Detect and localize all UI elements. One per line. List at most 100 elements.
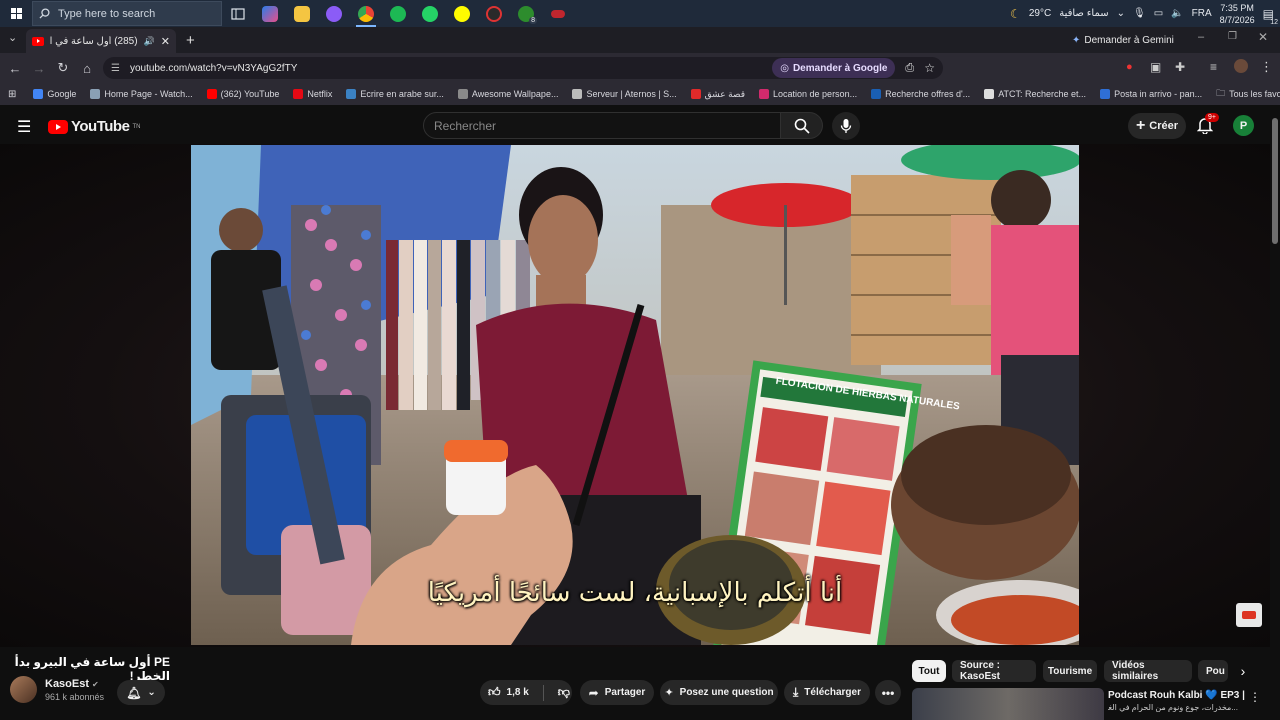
minimize-icon[interactable]: –	[1198, 31, 1204, 43]
recommended-more-icon[interactable]: ⋮	[1249, 690, 1261, 704]
home-button[interactable]: ⌂	[75, 56, 99, 80]
like-button[interactable]: 👍︎ 1,8 k	[488, 685, 529, 700]
taskbar-app-spotify[interactable]	[382, 0, 414, 27]
taskbar-app-messenger[interactable]	[318, 0, 350, 27]
puzzle-extensions-icon[interactable]: ✚	[1175, 60, 1185, 74]
dislike-button[interactable]: 👎︎	[558, 685, 570, 700]
recommended-video[interactable]: Podcast Rouh Kalbi 💙 EP3 | ...مخدرات، جو…	[912, 688, 1262, 720]
taskbar-app-whatsapp[interactable]	[414, 0, 446, 27]
profile-avatar-icon[interactable]	[1234, 59, 1248, 73]
bookmark-item[interactable]: قصة عشق	[684, 89, 752, 100]
video-player[interactable]: FLOTACION DE HIERBAS NATURALES أنا أتكلم…	[191, 145, 1079, 645]
bookmark-item[interactable]: Location de person...	[752, 89, 864, 100]
bookmark-item[interactable]: Ecrire en arabe sur...	[339, 89, 451, 100]
all-bookmarks[interactable]: 🗀 Tous les favoris	[1209, 86, 1280, 102]
notification-center-icon[interactable]: ▤ 12	[1263, 7, 1278, 26]
youtube-search-input[interactable]: Rechercher	[423, 112, 781, 139]
forward-button[interactable]: →	[27, 56, 51, 80]
taskbar-app-chrome[interactable]	[350, 0, 382, 27]
bookmark-item[interactable]: Netflix	[286, 89, 339, 100]
install-app-icon[interactable]: ⎙	[905, 62, 914, 75]
task-view-button[interactable]	[222, 0, 254, 27]
more-horizontal-icon: •••	[881, 685, 895, 700]
browser-tab-strip: ⌄ (285) أول ساعة في البيرو بدأ 🔊 ✕ + ✦ D…	[0, 27, 1280, 53]
close-window-icon[interactable]: ✕	[1258, 30, 1268, 44]
notifications-button[interactable]: 9+	[1196, 113, 1219, 139]
tab-search-chevron-icon[interactable]: ⌄	[8, 31, 17, 44]
back-button[interactable]: ←	[3, 56, 27, 80]
bookmark-item[interactable]: Serveur | Aternos | S...	[565, 89, 683, 100]
share-button[interactable]: ➦ Partager	[580, 680, 654, 705]
more-actions-button[interactable]: •••	[875, 680, 901, 705]
voice-search-button[interactable]	[832, 112, 860, 140]
ask-google-button[interactable]: ◎ Demander à Google	[772, 58, 896, 78]
bookmark-item[interactable]: Posta in arrivo - pan...	[1093, 89, 1209, 100]
close-tab-icon[interactable]: ✕	[161, 35, 170, 48]
channel-avatar[interactable]	[10, 676, 37, 703]
bookmark-item[interactable]: Home Page - Watch...	[83, 89, 199, 100]
microphone-icon[interactable]: 🎙	[1133, 8, 1146, 19]
bookmark-item[interactable]: Recherche offres d'...	[864, 89, 977, 100]
extension-red-icon[interactable]: ●	[1126, 61, 1133, 73]
lens-icon: ◎	[780, 62, 789, 74]
taskbar-app-explorer[interactable]	[286, 0, 318, 27]
site-info-icon[interactable]: ☰	[111, 63, 120, 74]
taskbar-app-recorder[interactable]	[478, 0, 510, 27]
create-button[interactable]: + Créer	[1128, 113, 1186, 139]
bookmark-item[interactable]: Awesome Wallpape...	[451, 89, 566, 100]
media-controls-icon[interactable]: ≡	[1210, 60, 1217, 74]
taskbar-app-xbox[interactable]: 8	[510, 0, 542, 27]
apps-grid-icon[interactable]: ⊞	[8, 89, 16, 100]
volume-icon[interactable]: 🔈	[1171, 8, 1183, 19]
chip-2[interactable]: Tourisme	[1043, 660, 1097, 682]
bookmark-item[interactable]: ATCT: Recherche et...	[977, 89, 1093, 100]
bookmark-favicon-icon	[457, 89, 468, 99]
taskbar-app-extra[interactable]	[542, 0, 574, 27]
chip-1[interactable]: Source : KasoEst	[952, 660, 1036, 682]
taskbar-clock[interactable]: 7:35 PM 8/7/2026	[1220, 2, 1255, 26]
chevron-up-icon[interactable]: ⌄	[1117, 8, 1125, 19]
extension-icon[interactable]: ▣	[1150, 60, 1161, 74]
reload-button[interactable]: ↻	[51, 56, 75, 80]
chip-3[interactable]: Vidéos similaires	[1104, 660, 1192, 682]
bookmark-label: Awesome Wallpape...	[471, 89, 559, 99]
chips-next-button[interactable]: ›	[1233, 661, 1253, 681]
start-button[interactable]	[0, 0, 32, 27]
bookmark-label: Google	[47, 89, 77, 99]
maximize-icon[interactable]: ❐	[1228, 31, 1237, 42]
sparkle-icon: ✦	[664, 687, 674, 699]
address-bar[interactable]: ☰ youtube.com/watch?v=vN3YAgG2fTY ◎ Dema…	[103, 57, 943, 79]
channel-name[interactable]: KasoEst	[45, 678, 89, 690]
taskbar-app-snapchat[interactable]	[446, 0, 478, 27]
speaker-icon[interactable]: 🔊	[144, 36, 155, 47]
taskbar-search-box[interactable]: Type here to search	[32, 1, 222, 26]
account-avatar[interactable]: P	[1233, 115, 1254, 136]
youtube-logo[interactable]: YouTube TN	[48, 118, 140, 135]
chip-0[interactable]: Tout	[912, 660, 946, 682]
taskbar-app-media[interactable]	[254, 0, 286, 27]
hamburger-menu-icon[interactable]: ☰	[17, 117, 31, 137]
scrollbar-thumb[interactable]	[1272, 118, 1278, 244]
search-button[interactable]	[781, 112, 823, 139]
subscribed-bell-button[interactable]: 🔔︎ ⌄	[117, 680, 165, 705]
chrome-menu-icon[interactable]: ⋮	[1260, 59, 1273, 75]
bookmark-item[interactable]: Google	[26, 89, 83, 100]
bookmark-star-icon[interactable]: ☆	[924, 61, 935, 75]
download-button[interactable]: ⤓ Télécharger	[784, 680, 870, 705]
create-label: Créer	[1149, 120, 1179, 132]
bookmark-favicon-icon	[572, 89, 583, 99]
bookmark-favicon-icon	[871, 89, 882, 99]
folder-icon	[294, 5, 310, 22]
tab-youtube[interactable]: (285) أول ساعة في البيرو بدأ 🔊 ✕	[26, 29, 176, 53]
chrome-icon	[358, 5, 374, 22]
recommended-thumbnail	[912, 688, 1104, 720]
new-tab-button[interactable]: +	[186, 32, 195, 49]
video-subtitle: أنا أتكلم بالإسبانية، لست سائحًا أمريكيً…	[427, 578, 843, 608]
miniplayer-overlay-icon[interactable]	[1236, 603, 1262, 627]
language-indicator[interactable]: FRA	[1192, 8, 1212, 19]
chip-4[interactable]: Pou	[1198, 660, 1228, 682]
ask-question-button[interactable]: ✦ Posez une question	[660, 680, 778, 705]
bookmark-item[interactable]: (362) YouTube	[200, 89, 287, 100]
gemini-tab-button[interactable]: ✦ Demander à Gemini	[1072, 31, 1174, 49]
network-icon[interactable]: ▭	[1154, 8, 1163, 19]
